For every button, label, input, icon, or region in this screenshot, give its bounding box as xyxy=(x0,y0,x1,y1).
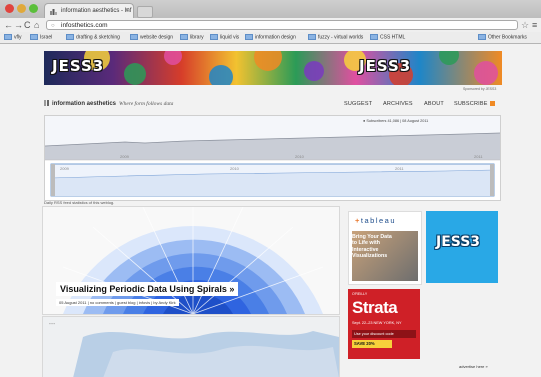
other-bookmarks[interactable]: Other Bookmarks xyxy=(478,34,527,40)
site-logo[interactable]: information aesthetics Where form follows… xyxy=(44,100,173,107)
back-button[interactable]: ← xyxy=(4,20,13,30)
year-label: 2009 xyxy=(120,154,129,159)
article-byline: 05 August 2011 | no comments | guest blo… xyxy=(56,299,179,306)
reload-button[interactable]: C xyxy=(24,20,31,30)
folder-icon xyxy=(370,34,378,40)
folder-icon xyxy=(210,34,218,40)
graph-note: Daily RSS feed statistics of this weblog… xyxy=(44,200,115,205)
folder-icon xyxy=(180,34,188,40)
subscriber-chart xyxy=(45,116,500,197)
article-label: ▪▪▪ xyxy=(49,321,56,326)
bookmark-item[interactable]: drafting & sketching xyxy=(66,34,120,40)
second-article[interactable]: ▪▪▪ xyxy=(42,316,340,377)
strata-save: SAVE 20% xyxy=(352,340,392,348)
bookmark-item[interactable]: vfly xyxy=(4,34,22,40)
close-window-button[interactable] xyxy=(5,4,14,13)
year-label: 2010 xyxy=(230,166,239,171)
folder-icon xyxy=(30,34,38,40)
bookmark-item[interactable]: CSS HTML xyxy=(370,34,405,40)
subscriber-count: ● Subscribers 41,086 | 08 August 2011 xyxy=(363,119,429,123)
bookmark-star-icon[interactable]: ☆ xyxy=(521,20,529,31)
home-button[interactable]: ⌂ xyxy=(34,20,39,30)
subscriber-graph[interactable]: ● Subscribers 41,086 | 08 August 2011 20… xyxy=(44,115,501,201)
page-icon: ○ xyxy=(51,23,55,29)
jess3-logo: JESS3 xyxy=(52,57,105,75)
bookmarks-bar: vfly Israel drafting & sketching website… xyxy=(0,32,541,44)
rss-icon xyxy=(489,101,495,106)
nav-suggest[interactable]: SUGGEST xyxy=(344,101,372,107)
bookmark-item[interactable]: liquid vis xyxy=(210,34,239,40)
bars-logo-icon xyxy=(44,100,50,106)
web-page: JESS3 JESS3 Sponsored by JESS3 informati… xyxy=(0,44,541,377)
tableau-logo: +tableau xyxy=(355,216,396,225)
jess3-ad-logo: JESS3 xyxy=(436,234,481,250)
bookmark-item[interactable]: website design xyxy=(130,34,173,40)
nav-archives[interactable]: ARCHIVES xyxy=(383,101,413,107)
strata-title: Strata xyxy=(352,298,398,317)
strata-dates: Sept. 22–23 NEW YORK, NY xyxy=(352,321,402,325)
tableau-ad[interactable]: +tableau Bring Your Data to Life with In… xyxy=(348,211,422,285)
bookmark-item[interactable]: fuzzy - virtual worlds xyxy=(308,34,363,40)
zoom-window-button[interactable] xyxy=(29,4,38,13)
new-tab-button[interactable] xyxy=(137,6,153,18)
tab-title: information aesthetics - Inf xyxy=(61,8,132,14)
url-text: infosthetics.com xyxy=(61,22,108,29)
jess3-logo: JESS3 xyxy=(359,57,412,75)
year-label: 2010 xyxy=(295,154,304,159)
jess3-ad[interactable]: JESS3 xyxy=(426,211,498,283)
year-label: 2009 xyxy=(60,166,69,171)
folder-icon xyxy=(308,34,316,40)
nav-subscribe[interactable]: SUBSCRIBE xyxy=(454,101,495,107)
tab-strip: information aesthetics - Inf × xyxy=(0,0,541,18)
strata-discount: Use your discount code xyxy=(352,330,416,338)
folder-icon xyxy=(66,34,74,40)
folder-icon xyxy=(4,34,12,40)
tab-close-icon[interactable]: × xyxy=(125,7,129,14)
spiral-visualization xyxy=(62,207,324,314)
map-visualization xyxy=(43,317,339,377)
year-label: 2011 xyxy=(474,154,483,159)
strata-publisher: O'REILLY xyxy=(352,292,368,296)
folder-icon xyxy=(478,34,486,40)
browser-tab[interactable]: information aesthetics - Inf × xyxy=(44,3,134,18)
minimize-window-button[interactable] xyxy=(17,4,26,13)
browser-window: information aesthetics - Inf × ← → C ⌂ ○… xyxy=(0,0,541,377)
featured-article[interactable]: Visualizing Periodic Data Using Spirals … xyxy=(42,206,340,315)
wrench-menu-icon[interactable]: ≡ xyxy=(532,20,537,30)
browser-toolbar: ← → C ⌂ ○ infosthetics.com ☆ ≡ xyxy=(0,18,541,32)
site-favicon-icon xyxy=(50,9,57,15)
bookmark-item[interactable]: library xyxy=(180,34,204,40)
sponsored-text: Sponsored by JESS3 xyxy=(463,87,497,91)
folder-icon xyxy=(245,34,253,40)
bookmark-item[interactable]: information design xyxy=(245,34,296,40)
tableau-ad-text: Bring Your Data to Life with Interactive… xyxy=(352,234,392,259)
site-header: information aesthetics Where form follows… xyxy=(44,97,502,110)
article-headline[interactable]: Visualizing Periodic Data Using Spirals … xyxy=(56,282,239,296)
address-bar[interactable]: ○ infosthetics.com xyxy=(46,20,518,30)
advertise-link[interactable]: advertise here » xyxy=(459,364,488,369)
nav-about[interactable]: ABOUT xyxy=(424,101,444,107)
forward-button[interactable]: → xyxy=(14,20,23,30)
bookmark-item[interactable]: Israel xyxy=(30,34,52,40)
site-tagline: Where form follows data xyxy=(119,101,174,107)
jess3-banner[interactable]: JESS3 JESS3 xyxy=(44,51,502,85)
folder-icon xyxy=(130,34,138,40)
year-label: 2011 xyxy=(395,166,404,171)
strata-ad[interactable]: O'REILLY Strata Sept. 22–23 NEW YORK, NY… xyxy=(348,289,420,359)
